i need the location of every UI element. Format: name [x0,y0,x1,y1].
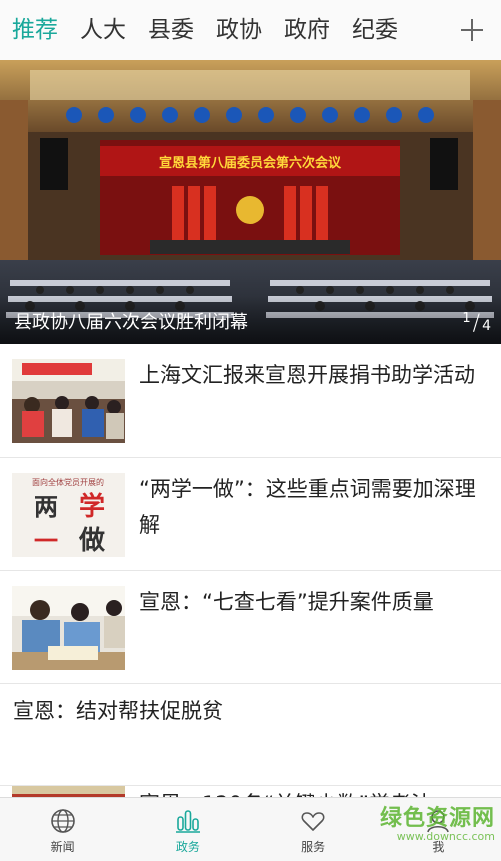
tab-zhengfu[interactable]: 政府 [278,0,336,60]
plus-icon [461,19,483,41]
news-title: 上海文汇报来宣恩开展捐书助学活动 [139,363,475,387]
volunteers-photo [12,359,125,443]
nav-news[interactable]: 新闻 [0,798,125,861]
svg-text:做: 做 [78,526,105,556]
top-tab-bar: 推荐 人大 县委 政协 政府 纪委 [0,0,501,60]
news-thumbnail [12,359,125,443]
nav-news-label: 新闻 [50,840,75,854]
nav-service-label: 服务 [301,840,326,854]
tab-zhengxie[interactable]: 政协 [210,0,268,60]
globe-icon [50,809,75,833]
hero-carousel[interactable]: 宣恩县第八届委员会第六次会议 县政协八届六次会议胜利闭幕 1/4 [0,60,501,344]
pager-total: 4 [482,318,491,334]
news-item[interactable]: 宣恩：结对帮扶促脱贫 [0,684,501,786]
news-item[interactable]: 面向全体党员开展的 两 学 一 做 “两学一做”：这些重点词需要加深理解 [0,458,501,571]
news-item[interactable]: 宣恩：“七查七看”提升案件质量 [0,571,501,684]
svg-text:两: 两 [34,493,58,521]
tab-xianwei[interactable]: 县委 [142,0,200,60]
svg-text:一: 一 [34,527,58,555]
nav-service[interactable]: 服务 [251,798,376,861]
nav-government-label: 政务 [175,840,200,854]
news-thumbnail [12,586,125,670]
nav-government[interactable]: 政务 [125,798,250,861]
carousel-pager: 1/4 [462,311,491,336]
heart-icon [301,812,325,831]
watermark-text: 绿色资源网 [379,806,495,831]
tab-recommend[interactable]: 推荐 [6,0,64,60]
news-title: 宣恩：“七查七看”提升案件质量 [139,590,434,614]
hero-banner-text: 宣恩县第八届委员会第六次会议 [159,155,342,171]
officials-at-desk-photo [12,586,125,670]
news-item[interactable]: 上海文汇报来宣恩开展捐书助学活动 [0,344,501,458]
bar-chart-icon [175,810,200,833]
tab-renda[interactable]: 人大 [74,0,132,60]
svg-text:面向全体党员开展的: 面向全体党员开展的 [32,477,104,487]
news-title: 宣恩：结对帮扶促脱贫 [13,699,223,723]
hero-title[interactable]: 县政协八届六次会议胜利闭幕 [14,308,248,334]
liangxueyizuo-poster: 面向全体党员开展的 两 学 一 做 [12,473,125,557]
news-title: “两学一做”：这些重点词需要加深理解 [139,477,476,537]
watermark-url: www.downcc.com [396,830,495,843]
tab-jiwei[interactable]: 纪委 [346,0,404,60]
watermark: 绿色资源网 www.downcc.com [380,800,495,843]
svg-text:学: 学 [79,491,105,522]
news-thumbnail: 面向全体党员开展的 两 学 一 做 [12,473,125,557]
pager-current: 1 [462,311,471,326]
news-list: 上海文汇报来宣恩开展捐书助学活动 面向全体党员开展的 两 学 一 做 “两学一做… [0,344,501,826]
add-tab-button[interactable] [457,0,487,60]
